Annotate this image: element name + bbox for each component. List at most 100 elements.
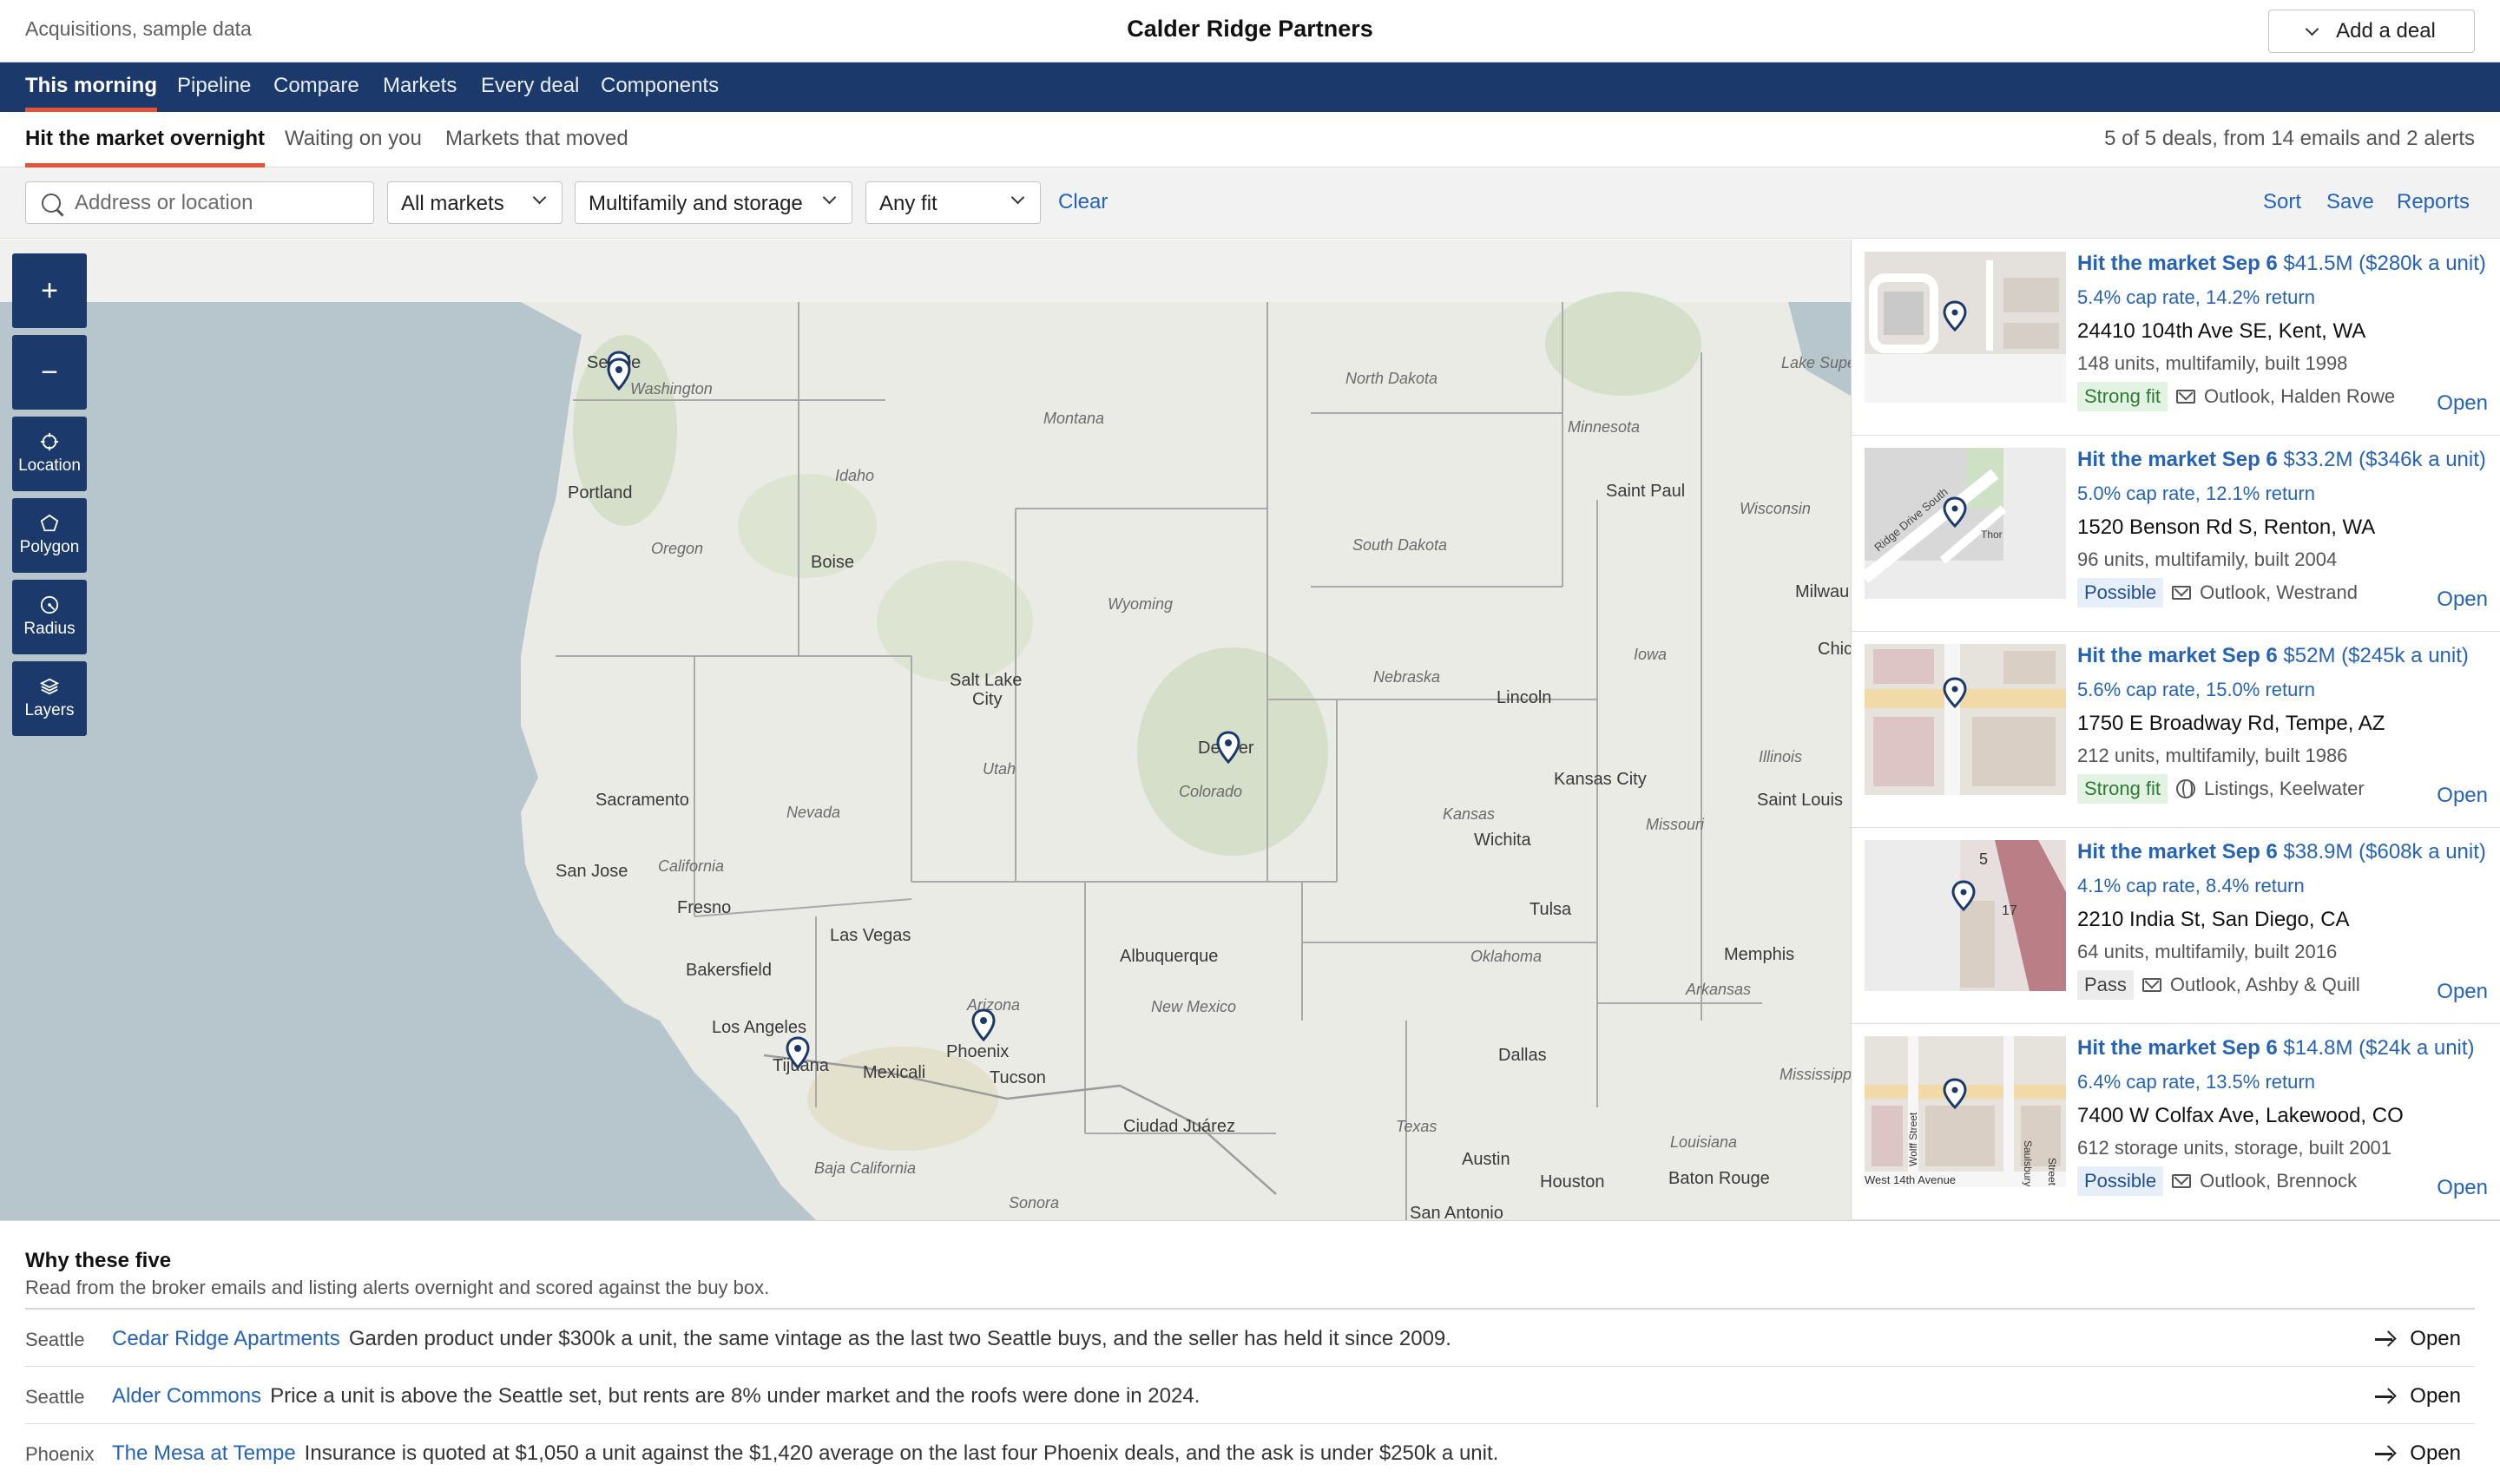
map-label-montana: Montana bbox=[1043, 410, 1104, 427]
why-row-name[interactable]: Alder Commons bbox=[112, 1384, 261, 1408]
deal-address: 7400 W Colfax Ave, Lakewood, CO bbox=[2077, 1104, 2404, 1127]
map-pin-lakewood[interactable] bbox=[1215, 731, 1241, 764]
nav-markets[interactable]: Markets bbox=[383, 74, 457, 112]
layers-tool-button[interactable]: Layers bbox=[12, 661, 87, 736]
deal-info: Hit the market Sep 6 $41.5M ($280k a uni… bbox=[2077, 252, 2494, 411]
search-box bbox=[25, 181, 374, 224]
why-row-name[interactable]: Cedar Ridge Apartments bbox=[112, 1327, 340, 1350]
zoom-out-button[interactable]: − bbox=[12, 335, 87, 410]
thumb-street-b: Saulsbury bbox=[2022, 1140, 2034, 1186]
why-row-city: Seattle bbox=[25, 1329, 85, 1350]
deal-card[interactable]: Hit the market Sep 6 $52M ($245k a unit)… bbox=[1852, 632, 2500, 828]
location-tool-button[interactable]: Location bbox=[12, 417, 87, 491]
map-label-austin: Austin bbox=[1462, 1150, 1510, 1169]
mail-icon bbox=[2172, 1174, 2192, 1188]
polygon-tool-label: Polygon bbox=[19, 538, 80, 556]
map-label-sacramento: Sacramento bbox=[595, 791, 689, 810]
clear-filters-link[interactable]: Clear bbox=[1058, 190, 1108, 214]
why-row-name[interactable]: The Mesa at Tempe bbox=[112, 1441, 296, 1465]
map-label-dallas: Dallas bbox=[1498, 1046, 1547, 1065]
map-label-salt-lake-2: City bbox=[972, 690, 1002, 709]
fit-badge: Pass bbox=[2077, 970, 2134, 1000]
radius-tool-button[interactable]: Radius bbox=[12, 580, 87, 654]
why-row[interactable]: Seattle Alder Commons Price a unit is abo… bbox=[25, 1367, 2475, 1424]
map-label-portland: Portland bbox=[568, 483, 633, 502]
deal-address: 24410 104th Ave SE, Kent, WA bbox=[2077, 319, 2366, 343]
deal-card[interactable]: Wolff Street Saulsbury Street West 14th … bbox=[1852, 1024, 2500, 1220]
map-label-baja: Baja California bbox=[814, 1159, 916, 1177]
deal-meta: 148 units, multifamily, built 1998 bbox=[2077, 352, 2348, 374]
mail-icon bbox=[2176, 390, 2196, 404]
why-row[interactable]: Seattle Cedar Ridge Apartments Garden pro… bbox=[25, 1310, 2475, 1367]
why-row-open[interactable]: Open bbox=[2375, 1441, 2461, 1466]
map-label-baton-rouge: Baton Rouge bbox=[1668, 1169, 1770, 1188]
map-pin-tempe[interactable] bbox=[970, 1008, 997, 1041]
deal-info: Hit the market Sep 6 $33.2M ($346k a uni… bbox=[2077, 448, 2494, 607]
why-row-city: Seattle bbox=[25, 1386, 85, 1408]
nav-components[interactable]: Components bbox=[601, 74, 719, 112]
deal-open-link[interactable]: Open bbox=[2437, 588, 2488, 612]
deal-open-link[interactable]: Open bbox=[2437, 391, 2488, 416]
deal-info: Hit the market Sep 6 $38.9M ($608k a uni… bbox=[2077, 840, 2494, 1000]
add-deal-label: Add a deal bbox=[2336, 19, 2436, 43]
map-label-texas: Texas bbox=[1396, 1118, 1437, 1135]
map-label-arkansas: Arkansas bbox=[1685, 981, 1751, 998]
why-row-open[interactable]: Open bbox=[2375, 1384, 2461, 1408]
fit-badge: Possible bbox=[2077, 578, 2164, 607]
tab-hit-the-market[interactable]: Hit the market overnight bbox=[25, 127, 266, 167]
deal-price: $38.9M ($608k a unit) bbox=[2283, 840, 2486, 863]
map-label-albuquerque: Albuquerque bbox=[1120, 947, 1218, 966]
deal-price: $41.5M ($280k a unit) bbox=[2283, 252, 2486, 275]
deal-meta: 212 units, multifamily, built 1986 bbox=[2077, 745, 2348, 766]
map-label-ciudad-juarez: Ciudad Juárez bbox=[1123, 1117, 1235, 1136]
fit-badge: Possible bbox=[2077, 1166, 2164, 1196]
tab-markets-that-moved[interactable]: Markets that moved bbox=[445, 127, 628, 167]
tab-waiting-on-you[interactable]: Waiting on you bbox=[285, 127, 422, 167]
radius-tool-label: Radius bbox=[23, 620, 76, 638]
why-row-open[interactable]: Open bbox=[2375, 1327, 2461, 1351]
save-link[interactable]: Save bbox=[2326, 190, 2374, 214]
nav-compare[interactable]: Compare bbox=[273, 74, 359, 112]
thumb-street-a: Wolff Street bbox=[1907, 1112, 1919, 1166]
thumb-street-d: West 14th Avenue bbox=[1865, 1173, 1956, 1186]
why-row[interactable]: Phoenix The Mesa at Tempe Insurance is qu… bbox=[25, 1424, 2475, 1481]
deal-card[interactable]: 5 17 Hit the market Sep 6 $38.9M ($608k … bbox=[1852, 828, 2500, 1024]
deal-open-link[interactable]: Open bbox=[2437, 1176, 2488, 1200]
deal-source: Outlook, Halden Rowe bbox=[2204, 385, 2396, 407]
deal-address: 1520 Benson Rd S, Renton, WA bbox=[2077, 515, 2376, 539]
arrow-right-icon bbox=[2375, 1330, 2394, 1348]
polygon-tool-button[interactable]: Polygon bbox=[12, 498, 87, 573]
product-select[interactable]: Multifamily and storage bbox=[575, 181, 852, 224]
nav-every-deal[interactable]: Every deal bbox=[481, 74, 579, 112]
deal-open-link[interactable]: Open bbox=[2437, 784, 2488, 808]
reports-link[interactable]: Reports bbox=[2397, 190, 2470, 214]
market-select[interactable]: All markets bbox=[387, 181, 562, 224]
why-row-text: Insurance is quoted at $1,050 a unit aga… bbox=[304, 1441, 1499, 1465]
deal-map[interactable]: Seattle Portland Boise Salt Lake City De… bbox=[0, 240, 1851, 1220]
app-title: Calder Ridge Partners bbox=[1127, 16, 1373, 42]
market-select-value: All markets bbox=[401, 192, 504, 215]
add-deal-button[interactable]: Add a deal bbox=[2268, 10, 2475, 53]
deal-card[interactable]: Ridge Drive South Thor Hit the market Se… bbox=[1852, 436, 2500, 632]
deal-source: Outlook, Ashby & Quill bbox=[2169, 974, 2360, 995]
fit-select[interactable]: Any fit bbox=[865, 181, 1041, 224]
search-input[interactable] bbox=[75, 182, 361, 223]
arrow-right-icon bbox=[2375, 1445, 2394, 1462]
nav-this-morning[interactable]: This morning bbox=[25, 74, 157, 112]
thumb-street-b: Thor bbox=[1981, 529, 2003, 541]
map-pin-renton[interactable] bbox=[606, 358, 632, 391]
deal-info: Hit the market Sep 6 $14.8M ($24k a unit… bbox=[2077, 1036, 2494, 1196]
fit-badge: Strong fit bbox=[2077, 382, 2168, 411]
deal-status: Hit the market Sep 6 bbox=[2077, 840, 2278, 863]
nav-pipeline[interactable]: Pipeline bbox=[177, 74, 251, 112]
deal-card[interactable]: Hit the market Sep 6 $41.5M ($280k a uni… bbox=[1852, 240, 2500, 436]
deal-price: $52M ($245k a unit) bbox=[2283, 644, 2469, 667]
map-label-san-jose: San Jose bbox=[556, 862, 628, 881]
zoom-in-button[interactable]: + bbox=[12, 253, 87, 328]
deal-open-link[interactable]: Open bbox=[2437, 980, 2488, 1004]
sort-link[interactable]: Sort bbox=[2263, 190, 2301, 214]
deal-rate: 4.1% cap rate, 8.4% return bbox=[2077, 875, 2305, 896]
chevron-down-icon bbox=[1010, 190, 1025, 205]
map-pin-san-diego[interactable] bbox=[785, 1036, 811, 1069]
why-row-open-label: Open bbox=[2410, 1327, 2461, 1350]
